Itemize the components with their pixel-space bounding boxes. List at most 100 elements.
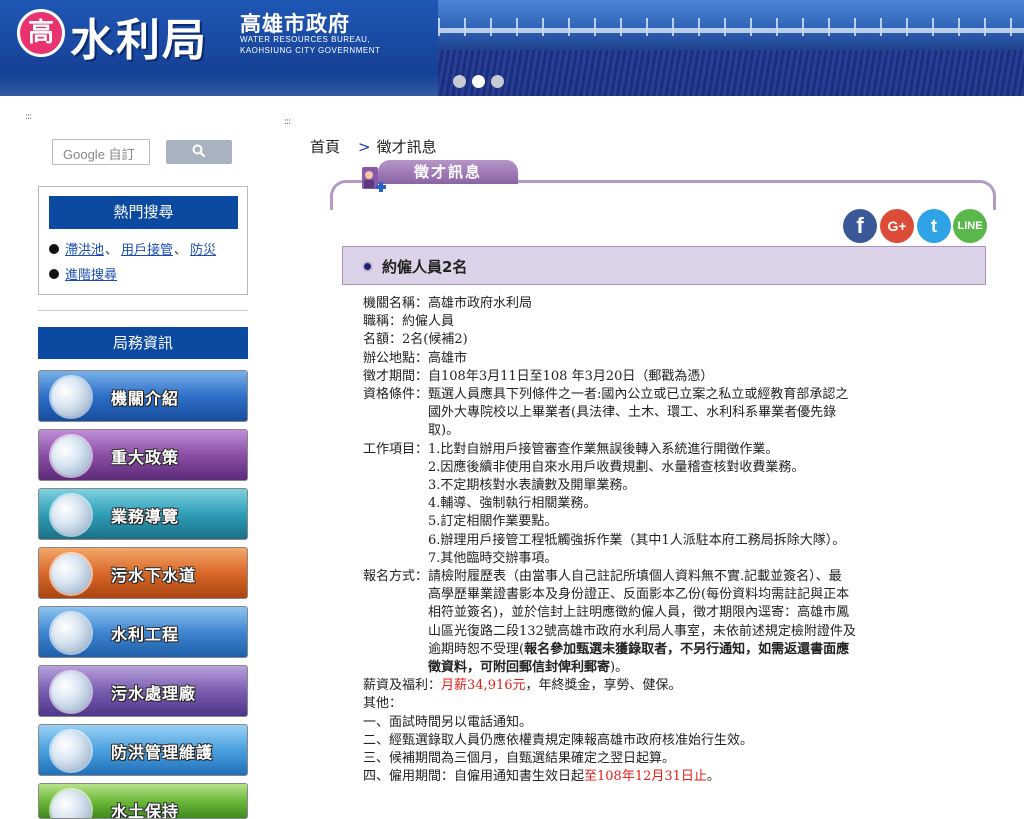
job-title-bar: 約僱人員2名: [342, 246, 986, 285]
city-government-name: 高雄市政府: [240, 12, 350, 36]
hot-search-title: 熱門搜尋: [49, 196, 238, 229]
breadcrumb-current: 徵才訊息: [376, 138, 437, 156]
business-guide-icon: [51, 495, 91, 535]
work-items-block: 工作項目： 1.比對自辦用戶接管審查作業無誤後轉入系統進行開徵作業。 2.因應後…: [363, 441, 975, 568]
carousel-dots: [453, 75, 504, 88]
hot-search-links: 滯洪池 、 用戶接管 、 防災: [49, 239, 216, 258]
twitter-share-icon[interactable]: t: [917, 209, 951, 243]
hot-link-household-connection[interactable]: 用戶接管: [121, 239, 173, 258]
work-item: 3.不定期核對水表讀數及開單業務。: [428, 478, 636, 494]
breadcrumb: 首頁 > 徵才訊息: [310, 136, 437, 157]
menu-major-policy[interactable]: 重大政策: [38, 429, 248, 481]
sidebar-divider: [38, 310, 248, 311]
soil-conservation-icon: [51, 790, 91, 818]
application-text: 逾期時恕不受理(: [428, 641, 525, 657]
application-block: 報名方式： 請檢附履歷表（由當事人自己註記所填個人資料無不實.記載並簽名）、最 …: [363, 568, 975, 677]
bridge-deck: [438, 28, 1024, 33]
carousel-dot-3[interactable]: [491, 75, 504, 88]
line-share-icon[interactable]: LINE: [953, 209, 987, 243]
application-text: 高學歷畢業證書影本及身份證正、反面影本乙份(每份資料均需註記與正本: [428, 587, 850, 603]
english-name-line2: KAOHSIUNG CITY GOVERNMENT: [240, 46, 381, 55]
bureau-intro-icon: [51, 377, 91, 417]
salary-line: 薪資及福利：月薪34,916元，年終獎金，享勞、健保。: [363, 677, 975, 695]
menu-treatment-plant[interactable]: 污水處理廠: [38, 665, 248, 717]
others-item: 三、候補期間為三個月，自甄選結果確定之翌日起算。: [363, 751, 676, 767]
agency-line: 機關名稱：高雄市政府水利局: [363, 296, 533, 311]
work-item: 7.其他臨時交辦事項。: [428, 550, 558, 566]
work-item: 2.因應後續非使用自來水用戶收費規劃、水量稽查核對收費業務。: [428, 459, 805, 475]
menu-label: 污水下水道: [111, 566, 197, 585]
menu-label: 水土保持: [111, 802, 180, 819]
section-frame-line: [330, 180, 996, 210]
menu-label: 水利工程: [111, 625, 180, 644]
qualification-block: 資格條件： 甄選人員應具下列條件之一者:國內公立或已立案之私立或經教育部承認之 …: [363, 386, 975, 441]
qualification-text: 甄選人員應具下列條件之一者:國內公立或已立案之私立或經教育部承認之: [428, 387, 849, 403]
banner-photo: [438, 0, 1024, 96]
english-name-line1: WATER RESOURCES BUREAU,: [240, 35, 371, 44]
hot-link-detention-pond[interactable]: 滯洪池: [65, 239, 104, 258]
riverbank-grass: [438, 50, 1024, 96]
menu-label: 業務導覽: [111, 507, 180, 526]
application-label: 報名方式：: [363, 569, 429, 585]
search-input[interactable]: Google 自訂: [52, 139, 150, 165]
location-line: 辦公地點：高雄市: [363, 350, 468, 366]
work-items-label: 工作項目：: [363, 441, 429, 457]
others-label: 其他：: [363, 696, 403, 712]
menu-label: 重大政策: [111, 448, 180, 467]
application-tail: )。: [610, 660, 629, 676]
site-banner: 高 水利局 高雄市政府 WATER RESOURCES BUREAU, KAOH…: [0, 0, 1024, 96]
carousel-dot-1[interactable]: [453, 75, 466, 88]
bullet-icon: [49, 243, 59, 254]
hot-link-disaster-prevention[interactable]: 防災: [190, 239, 216, 258]
breadcrumb-home[interactable]: 首頁: [310, 138, 340, 156]
employment-period-line: 四、僱用期間：自僱用通知書生效日起至108年12月31日止。: [363, 768, 975, 786]
work-item: 4.輔導、強制執行相關業務。: [428, 496, 597, 512]
period-line: 徵才期間：自108年3月11日至108 年3月20日（郵戳為憑）: [363, 368, 714, 384]
bullet-icon: [49, 268, 59, 279]
salary-amount: 月薪34,916元: [441, 678, 526, 694]
application-notice-bold: 徵資料，可附回郵信封俾利郵寄: [428, 660, 611, 676]
accesskey-mark-left[interactable]: :::: [25, 112, 32, 122]
menu-water-engineering[interactable]: 水利工程: [38, 606, 248, 658]
application-text-line5: 逾期時恕不受理(報名參加甄選未獲錄取者，不另行通知，如需返還書面應: [428, 641, 856, 659]
search-button[interactable]: [166, 140, 232, 164]
job-seeker-icon: [362, 167, 386, 192]
section-title-frame: 徵才訊息: [330, 160, 996, 210]
menu-label: 防洪管理維護: [111, 743, 214, 762]
employment-suffix: 。: [706, 769, 720, 785]
treatment-plant-icon: [51, 672, 91, 712]
work-item: 1.比對自辦用戶接管審查作業無誤後轉入系統進行開徵作業。: [428, 441, 779, 457]
others-item: 二、經甄選錄取人員仍應依權責規定陳報高雄市政府核准始行生效。: [363, 732, 754, 748]
sewer-icon: [51, 554, 91, 594]
position-line: 職稱：約僱人員: [363, 314, 455, 330]
bullet-icon: [362, 261, 373, 272]
work-item: 6.辦理用戶接管工程牴觸強拆作業（其中1人派駐本府工務局拆除大隊）。: [428, 532, 846, 548]
accesskey-mark-main[interactable]: :::: [284, 117, 291, 127]
site-title: 水利局: [70, 15, 208, 66]
employment-prefix: 四、僱用期間：自僱用通知書生效日起: [363, 769, 585, 785]
google-plus-share-icon[interactable]: G+: [880, 209, 914, 243]
carousel-dot-2[interactable]: [472, 75, 485, 88]
water-engineering-icon: [51, 613, 91, 653]
application-text-line6: 徵資料，可附回郵信封俾利郵寄)。: [428, 659, 856, 677]
menu-business-guide[interactable]: 業務導覽: [38, 488, 248, 540]
facebook-share-icon[interactable]: f: [843, 209, 877, 243]
application-text: 請檢附履歷表（由當事人自己註記所填個人資料無不實.記載並簽名）、最: [428, 569, 842, 585]
application-notice-bold: 報名參加甄選未獲錄取者，不另行通知，如需返還書面應: [524, 641, 850, 657]
application-text: 山區光復路二段132號高雄市政府水利局人事室，未依前述規定檢附證件及: [428, 623, 856, 639]
advanced-search-link[interactable]: 進階搜尋: [65, 264, 117, 283]
bureau-logo-icon: 高: [17, 9, 65, 57]
menu-flood-control[interactable]: 防洪管理維護: [38, 724, 248, 776]
breadcrumb-arrow: >: [358, 138, 371, 156]
others-item: 一、面試時間另以電話通知。: [363, 714, 533, 730]
logo-area[interactable]: 高 水利局 高雄市政府 WATER RESOURCES BUREAU, KAOH…: [0, 0, 438, 96]
bridge-truss: [438, 18, 1024, 36]
qualification-label: 資格條件：: [363, 387, 429, 403]
search-icon: [192, 144, 206, 158]
menu-soil-conservation[interactable]: 水土保持: [38, 783, 248, 819]
quota-line: 名額：2名(候補2): [363, 332, 468, 348]
menu-sewer[interactable]: 污水下水道: [38, 547, 248, 599]
menu-bureau-intro[interactable]: 機關介紹: [38, 370, 248, 422]
bureau-info-title: 局務資訊: [38, 327, 248, 359]
section-title-tab: 徵才訊息: [378, 160, 518, 184]
